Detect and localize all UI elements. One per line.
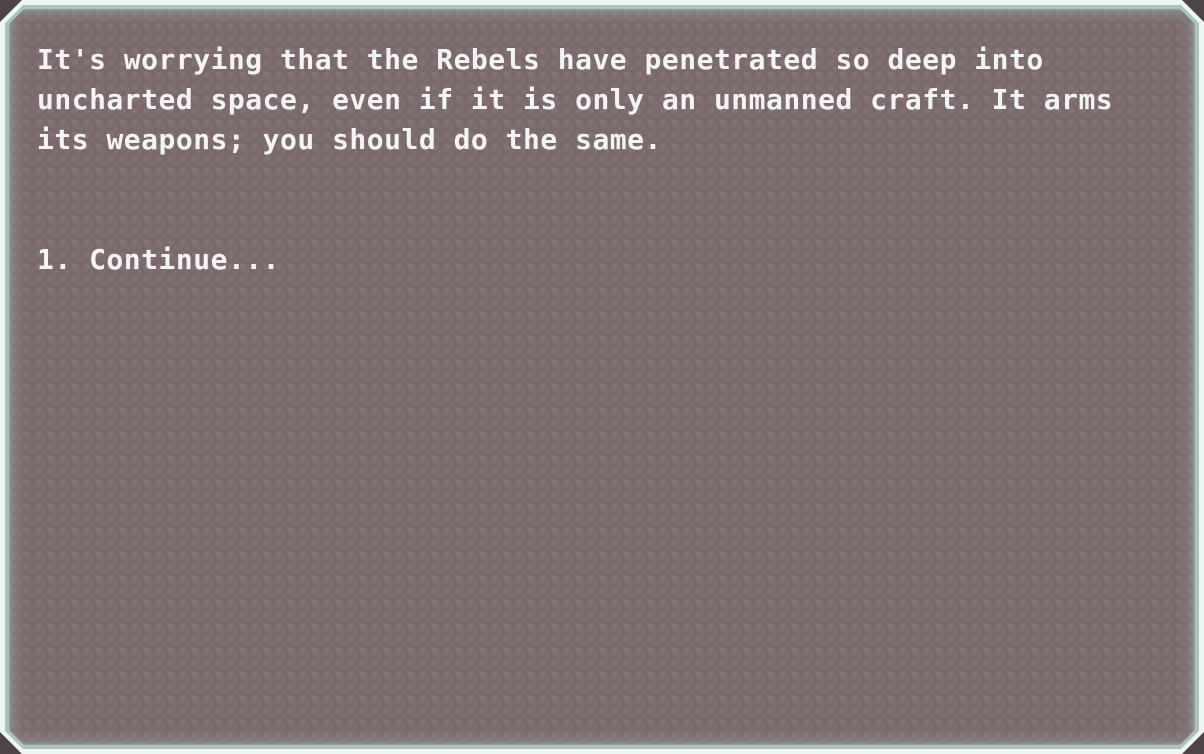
choice-continue[interactable]: 1. Continue... — [37, 240, 280, 280]
event-description-text: It's worrying that the Rebels have penet… — [37, 43, 1114, 156]
choice-label: Continue... — [89, 243, 281, 276]
choice-number: 1. — [37, 243, 72, 276]
